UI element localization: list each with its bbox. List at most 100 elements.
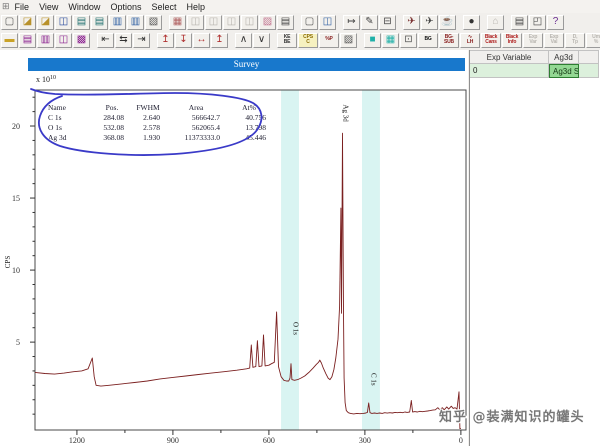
menu-view[interactable]: View	[39, 2, 58, 12]
step-swap-button[interactable]: ⇆	[115, 32, 132, 48]
convert-button[interactable]: ▦	[169, 14, 186, 30]
new-window-button[interactable]: ▢	[301, 14, 318, 30]
tile-rows-button[interactable]: ▥	[37, 32, 54, 48]
menu-file[interactable]: File	[15, 2, 30, 12]
ke-be-toggle-button-label: BE	[283, 39, 291, 45]
lh-button[interactable]: ∿ LH	[460, 32, 480, 48]
percent-p-button[interactable]: %P	[319, 32, 339, 48]
paste-button[interactable]: ▧	[145, 14, 162, 30]
spectrum-plot[interactable]: 1200 900 600 300 0 5 10 15 20 x 1010 CPS Ag 3d O 1s C…	[0, 50, 468, 446]
peak-label-ag3d: Ag 3d	[341, 104, 349, 122]
teal-square-button-icon: ■	[369, 34, 376, 45]
save-vamas-button[interactable]: ◫	[187, 14, 204, 30]
page-layout-yellow-button[interactable]: ▬	[1, 32, 18, 48]
image-button[interactable]: ▨	[340, 32, 357, 48]
jet-dark-button-icon: ✈	[407, 16, 416, 27]
panel-cell-block-selected[interactable]: Ag3d S…	[549, 64, 579, 78]
bg-button[interactable]: BG	[418, 32, 438, 48]
new-file-button[interactable]: ▢	[1, 14, 18, 30]
help-button[interactable]: ?	[547, 14, 564, 30]
jet-button[interactable]: ✈	[421, 14, 438, 30]
step-last-button[interactable]: ⇥	[133, 32, 150, 48]
open-experiment-button-icon: ◪	[40, 16, 51, 27]
copy-blocks-button[interactable]: ▤	[91, 14, 108, 30]
library-cart-button[interactable]: ⊟	[379, 14, 396, 30]
save-file-button[interactable]: ◫	[55, 14, 72, 30]
overlay-button[interactable]: ⊡	[400, 32, 417, 48]
menu-help[interactable]: Help	[186, 2, 205, 12]
um-percent-button-label: %	[593, 39, 599, 45]
zoom-out-y-button[interactable]: ↧	[175, 32, 192, 48]
print-button[interactable]: ▤	[511, 14, 528, 30]
home-button-icon: ⌂	[492, 16, 499, 27]
cps-counts-button[interactable]: CPS C	[298, 32, 318, 48]
save-as-button-icon: ◫	[208, 16, 219, 27]
step-first-button[interactable]: ⇤	[97, 32, 114, 48]
tile-columns-button[interactable]: ◫	[55, 32, 72, 48]
zoom-x-button[interactable]: ↔	[193, 32, 210, 48]
save-part-button[interactable]: ◫	[223, 14, 240, 30]
teal-image-button[interactable]: ▦	[382, 32, 399, 48]
jet-button-icon: ✈	[425, 16, 434, 27]
exp-val-button-label: Val	[550, 39, 558, 45]
jet-dark-button[interactable]: ✈	[403, 14, 420, 30]
exp-val-button[interactable]: Exp Val	[544, 32, 564, 48]
percent-p-button-label: %P	[325, 36, 333, 43]
bg-sub-button[interactable]: BG- SUB	[439, 32, 459, 48]
x-tick-label: 1200	[69, 436, 85, 445]
tile-grid-button[interactable]: ▩	[73, 32, 90, 48]
open-experiment-button[interactable]: ◪	[37, 14, 54, 30]
panel-header-exp-variable[interactable]: Exp Variable	[470, 50, 549, 64]
peak-label-o1s: O 1s	[291, 322, 299, 335]
panel-cell[interactable]: 0	[470, 64, 549, 78]
zoom-reset-button[interactable]: ↥	[211, 32, 228, 48]
print-preview-button-icon: ◰	[532, 16, 543, 27]
menu-options[interactable]: Options	[110, 2, 141, 12]
copy-block-button[interactable]: ▤	[73, 14, 90, 30]
copy-page-button-icon: ▥	[112, 16, 123, 27]
collapse-button[interactable]: ∧	[235, 32, 252, 48]
save-all-button[interactable]: ◫	[241, 14, 258, 30]
ke-be-toggle-button[interactable]: KE BE	[277, 32, 297, 48]
view-frames-button[interactable]: ▨	[259, 14, 276, 30]
paste-special-button[interactable]: ▤	[277, 14, 294, 30]
toolbar-row-2: ▬ ▤ ▥ ◫ ▩ ⇤ ⇆ ⇥ ↥ ↧ ↔ ↥ ∧ ∨ KE BE CPS C %P ▨ ■ ▦ ⊡ BG BG- SUB ∿ LH B…	[0, 31, 600, 49]
dark-round-button[interactable]: ●	[463, 14, 480, 30]
tile-pages-button[interactable]: ▤	[19, 32, 36, 48]
survey-tile-title-bar[interactable]: Survey	[28, 58, 465, 71]
panel-header-extra[interactable]	[579, 50, 599, 64]
copy-page-button[interactable]: ▥	[109, 14, 126, 30]
tile-rows-button-icon: ▥	[40, 34, 51, 45]
peak-label-c1s: C 1s	[370, 373, 378, 386]
expand-button-icon: ∨	[257, 34, 266, 45]
d-tp-button[interactable]: D, Tp	[565, 32, 585, 48]
watermark-text: 知乎 @装满知识的罐头	[439, 410, 585, 425]
help-button-icon: ?	[552, 16, 559, 27]
menu-window[interactable]: Window	[68, 2, 100, 12]
zoom-in-y-button[interactable]: ↥	[157, 32, 174, 48]
save-as-button[interactable]: ◫	[205, 14, 222, 30]
annotate-pencil-button[interactable]: ✎	[361, 14, 378, 30]
panel-header-ag3d[interactable]: Ag3d	[549, 50, 579, 64]
cascade-windows-button[interactable]: ◫	[319, 14, 336, 30]
black-info-button[interactable]: Black Info	[502, 32, 522, 48]
um-percent-button[interactable]: Um%	[586, 32, 600, 48]
teal-square-button[interactable]: ■	[364, 32, 381, 48]
home-button[interactable]: ⌂	[487, 14, 504, 30]
open-file-button[interactable]: ◪	[19, 14, 36, 30]
copy-pages-button[interactable]: ▥	[127, 14, 144, 30]
exp-var-button[interactable]: Exp Var	[523, 32, 543, 48]
panel-cell[interactable]	[579, 64, 599, 78]
save-vamas-button-icon: ◫	[190, 16, 201, 27]
collapse-button-icon: ∧	[239, 34, 248, 45]
y-scale-label: x 1010	[36, 75, 56, 84]
expand-button[interactable]: ∨	[253, 32, 270, 48]
open-file-button-icon: ◪	[22, 16, 33, 27]
black-cans-button[interactable]: Black Cans	[481, 32, 501, 48]
zoom-reset-button-icon: ↥	[215, 34, 224, 45]
coffee-button[interactable]: ☕	[439, 14, 456, 30]
image-button-icon: ▨	[343, 34, 354, 45]
link-button[interactable]: ↦	[343, 14, 360, 30]
print-preview-button[interactable]: ◰	[529, 14, 546, 30]
menu-select[interactable]: Select	[151, 2, 176, 12]
